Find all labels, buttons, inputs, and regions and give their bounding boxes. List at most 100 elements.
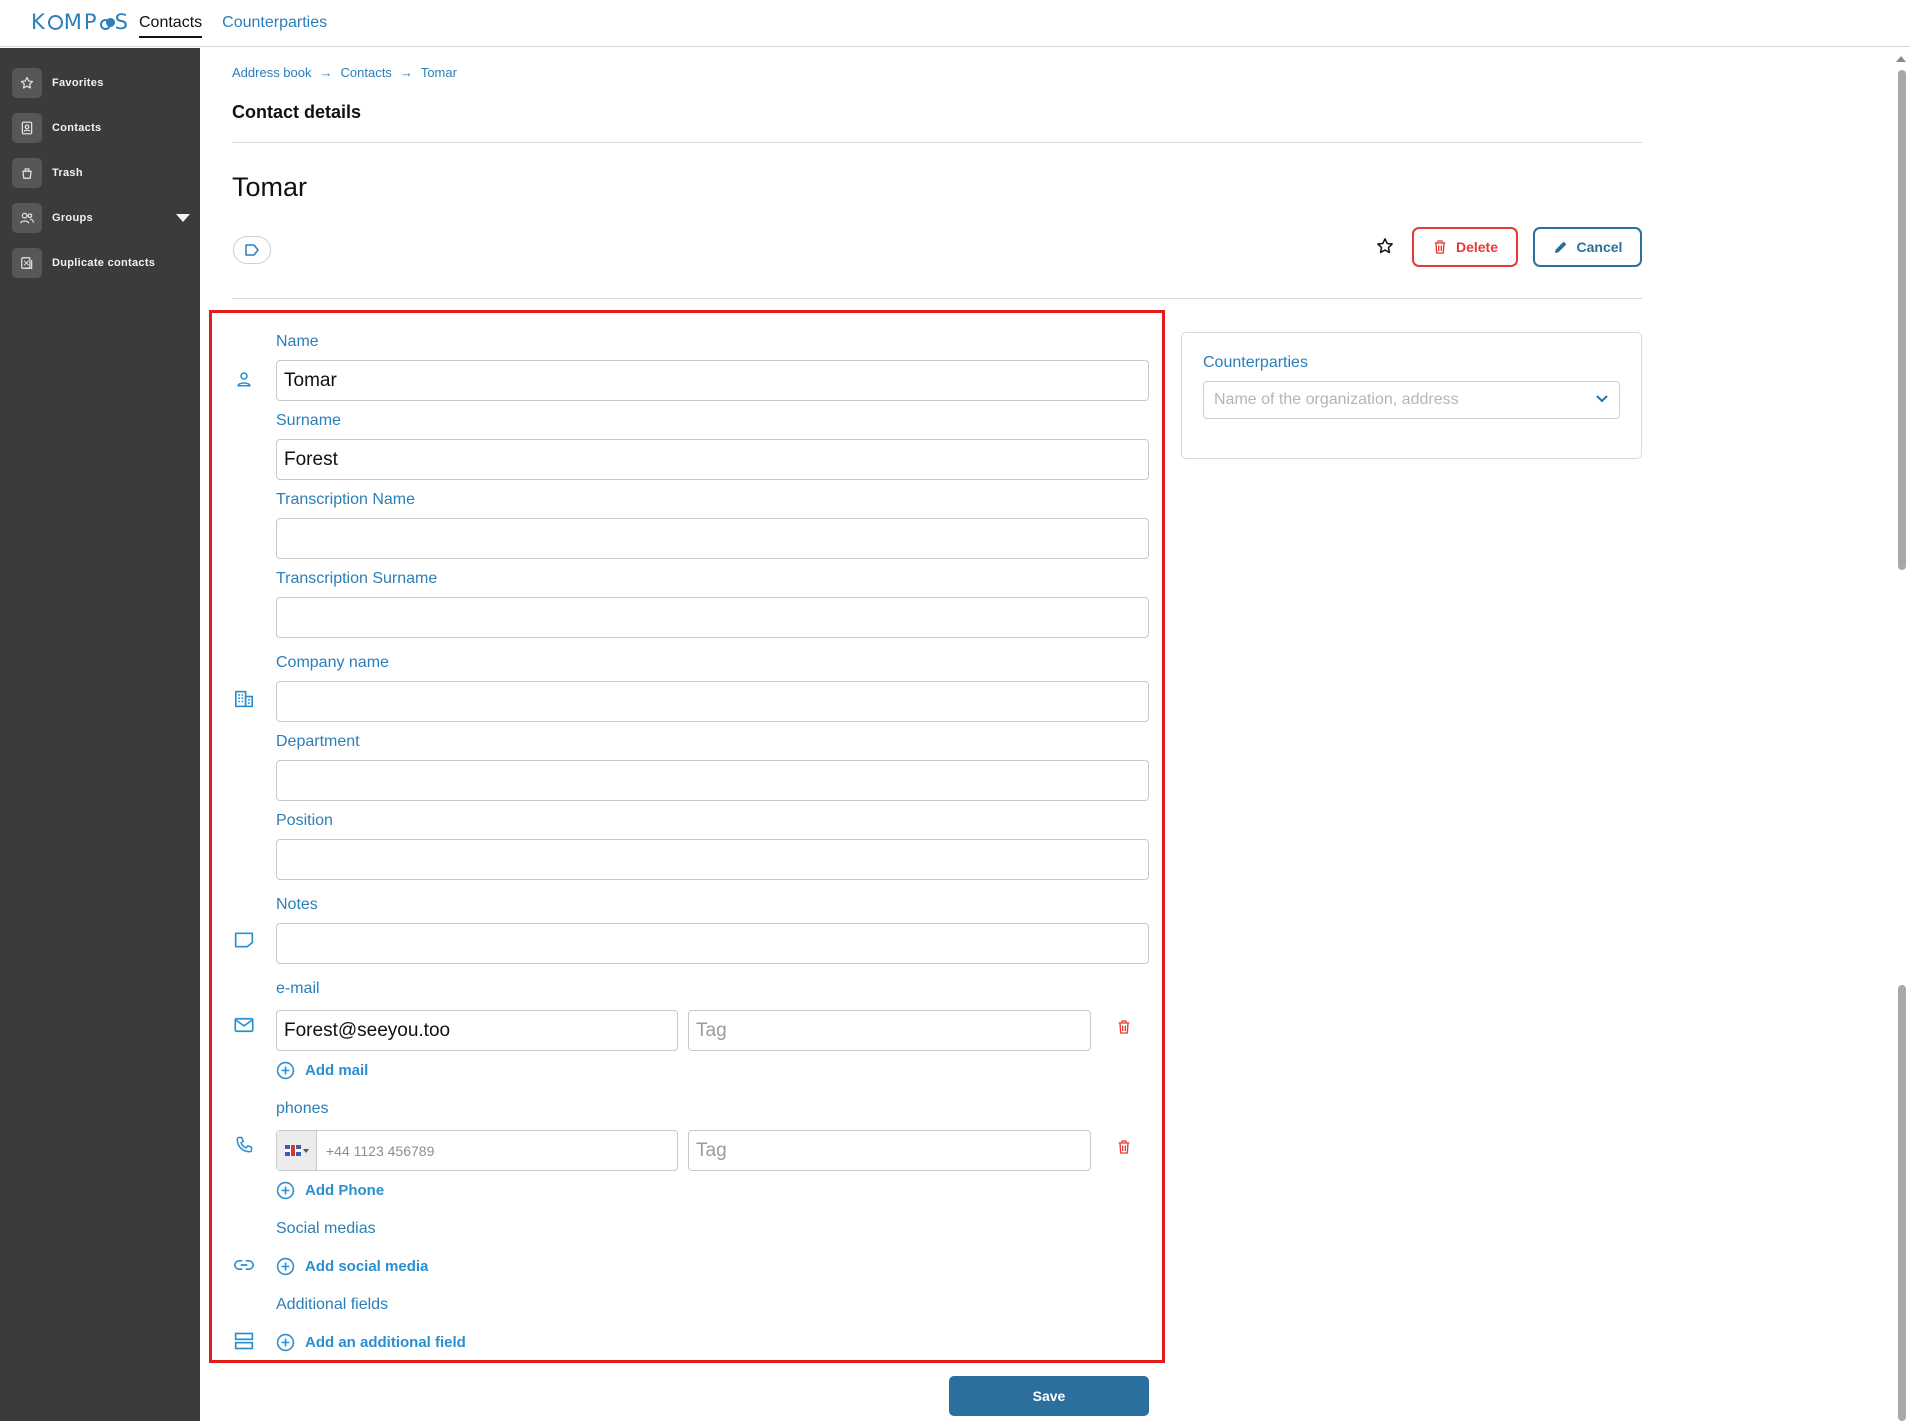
company-name-field[interactable] [276,681,1149,722]
building-icon [233,688,255,710]
star-icon [12,68,42,98]
department-field[interactable] [276,760,1149,801]
sidebar-item-label: Trash [52,167,83,179]
add-social-media-label: Add social media [305,1258,429,1275]
sidebar-item-trash[interactable]: Trash [12,158,192,188]
star-icon [1377,238,1393,254]
transcription-name-label: Transcription Name [276,491,416,508]
plus-circle-icon [276,1181,295,1200]
label-icon [245,244,259,256]
save-button[interactable]: Save [949,1376,1149,1416]
transcription-surname-field[interactable] [276,597,1149,638]
add-additional-field-button[interactable]: Add an additional field [276,1333,466,1352]
delete-button[interactable]: Delete [1412,227,1518,267]
delete-email-icon[interactable] [1115,1018,1133,1036]
counterparties-select[interactable]: Name of the organization, address [1203,381,1620,419]
trash-icon [1434,240,1446,254]
pencil-icon [1554,241,1566,253]
top-bar: K MP S Contacts Counterparties [0,0,1910,47]
counterparties-panel: Counterparties Name of the organization,… [1181,332,1642,459]
notes-field[interactable] [276,923,1149,964]
fields-icon [233,1330,255,1352]
plus-circle-icon [276,1061,295,1080]
name-field[interactable]: Tomar [276,360,1149,401]
scroll-up-arrow-icon[interactable] [1896,56,1906,62]
sidebar-item-groups[interactable]: Groups [12,203,192,233]
sidebar: Favorites Contacts Trash Groups Duplicat… [0,48,200,1421]
counterparties-placeholder: Name of the organization, address [1214,391,1459,408]
surname-label: Surname [276,412,341,429]
cancel-button-label: Cancel [1576,239,1623,255]
sidebar-item-duplicate-contacts[interactable]: Duplicate contacts [12,248,192,278]
mail-icon [233,1014,255,1036]
chevron-down-icon[interactable] [176,214,190,222]
link-icon [233,1254,255,1276]
scrollbar-thumb-secondary[interactable] [1898,985,1906,1421]
person-icon [233,368,255,390]
breadcrumb: Address book → Contacts → Tomar [232,65,457,80]
add-additional-field-label: Add an additional field [305,1334,466,1351]
favorite-star-button[interactable] [1374,235,1396,257]
trash-icon [12,158,42,188]
arrow-right-icon: → [319,65,333,80]
email-label: e-mail [276,980,320,997]
users-icon [12,203,42,233]
company-name-label: Company name [276,654,389,671]
breadcrumb-current[interactable]: Tomar [421,65,457,80]
position-label: Position [276,812,333,829]
phone-tag-field[interactable]: Tag [688,1130,1091,1171]
breadcrumb-address-book[interactable]: Address book [232,65,312,80]
social-medias-label: Social medias [276,1220,376,1237]
sidebar-item-contacts[interactable]: Contacts [12,113,192,143]
phones-label: phones [276,1100,329,1117]
delete-button-label: Delete [1455,239,1499,255]
duplicate-icon [12,248,42,278]
chevron-down-icon [1596,395,1608,403]
sidebar-item-label: Favorites [52,77,104,89]
sidebar-item-label: Duplicate contacts [52,257,156,269]
scrollbar-thumb[interactable] [1898,70,1906,570]
notes-label: Notes [276,896,318,913]
position-field[interactable] [276,839,1149,880]
uk-flag-icon [284,1145,301,1156]
transcription-surname-label: Transcription Surname [276,570,438,587]
add-mail-button[interactable]: Add mail [276,1061,368,1080]
cancel-button[interactable]: Cancel [1533,227,1642,267]
transcription-name-field[interactable] [276,518,1149,559]
sidebar-item-label: Contacts [52,122,102,134]
top-nav: Contacts Counterparties [139,0,327,47]
phone-field[interactable]: +44 1123 456789 [276,1130,678,1171]
add-phone-button[interactable]: Add Phone [276,1181,384,1200]
sidebar-item-favorites[interactable]: Favorites [12,68,192,98]
page-title: Contact details [232,102,362,122]
sidebar-item-label: Groups [52,212,93,224]
phone-placeholder: +44 1123 456789 [326,1142,435,1159]
email-field[interactable]: Forest@seeyou.too [276,1010,678,1051]
divider [232,298,1642,299]
department-label: Department [276,733,360,750]
add-phone-label: Add Phone [305,1182,385,1199]
tab-contacts[interactable]: Contacts [139,0,203,38]
contacts-icon [12,113,42,143]
arrow-right-icon: → [399,65,413,80]
contact-name-heading: Tomar [232,172,308,202]
chevron-down-icon [302,1148,309,1153]
surname-field[interactable]: Forest [276,439,1149,480]
tab-counterparties[interactable]: Counterparties [222,0,327,47]
divider [232,142,1642,143]
note-icon [233,929,255,951]
phone-icon [233,1134,255,1156]
add-social-media-button[interactable]: Add social media [276,1257,428,1276]
add-mail-label: Add mail [305,1062,369,1079]
additional-fields-label: Additional fields [276,1296,389,1313]
add-label-button[interactable] [233,236,271,264]
email-tag-field[interactable]: Tag [688,1010,1091,1051]
plus-circle-icon [276,1333,295,1352]
app-logo[interactable]: K MP S [31,10,130,34]
name-label: Name [276,333,319,350]
counterparties-label: Counterparties [1203,354,1308,371]
delete-phone-icon[interactable] [1115,1138,1133,1156]
breadcrumb-contacts[interactable]: Contacts [341,65,392,80]
country-code-select[interactable] [277,1131,317,1170]
plus-circle-icon [276,1257,295,1276]
